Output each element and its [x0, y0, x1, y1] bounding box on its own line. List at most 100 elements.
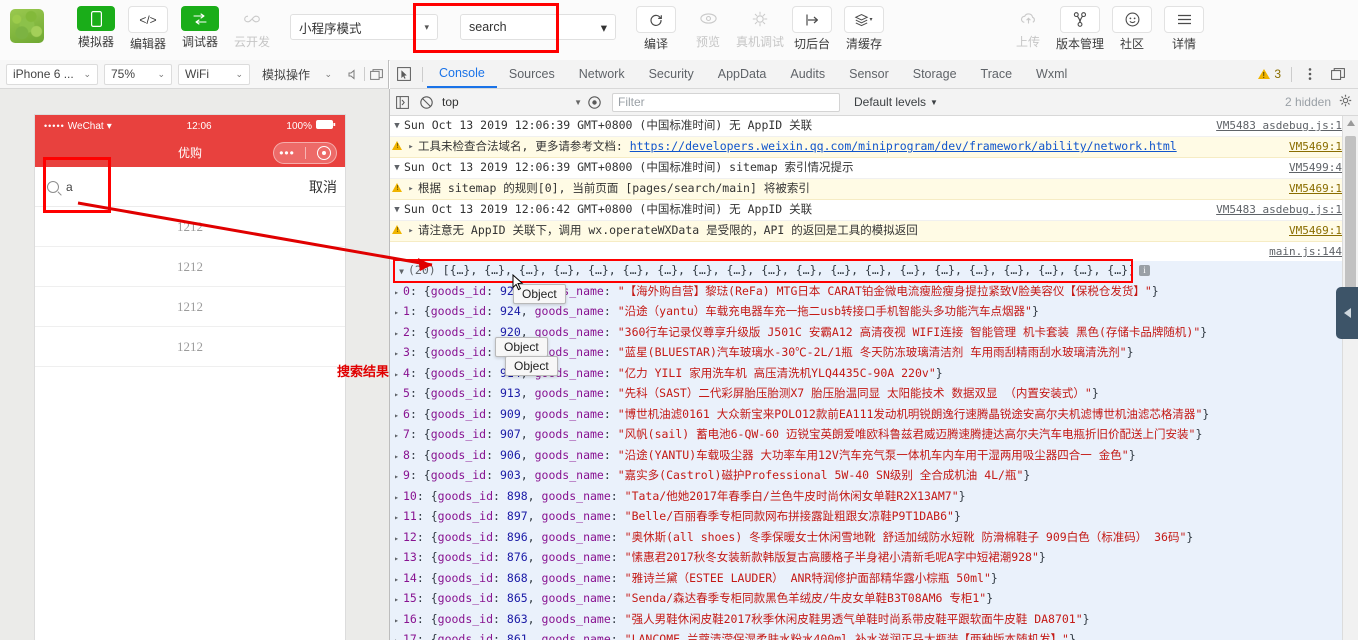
live-expression-icon[interactable]: [582, 89, 606, 115]
console-source-link[interactable]: VM5483 asdebug.js:1: [1216, 117, 1358, 134]
toolbar-button-background[interactable]: 切后台: [786, 6, 838, 51]
console-row-warning[interactable]: ▸ 请注意无 AppID 关联下，调用 wx.operateWXData 是受限…: [390, 221, 1358, 242]
expand-arrow-icon[interactable]: ▸: [390, 589, 403, 610]
phone-list-item[interactable]: 1212: [35, 327, 345, 367]
toolbar-button-upload[interactable]: 上传: [1002, 6, 1054, 49]
window-icon[interactable]: [365, 64, 387, 85]
phone-list-item[interactable]: 1212: [35, 207, 345, 247]
array-item-row[interactable]: ▸ 8: {goods_id: 906, goods_name: "沿途(YANT…: [390, 446, 1358, 467]
phone-list-item[interactable]: 1212: [35, 247, 345, 287]
toolbar-button-simulator[interactable]: 模拟器: [70, 6, 122, 49]
array-item-row[interactable]: ▸ 14: {goods_id: 868, goods_name: "雅诗兰黛（E…: [390, 569, 1358, 590]
console-row-group[interactable]: ▼ Sun Oct 13 2019 12:06:42 GMT+0800 (中国标…: [390, 200, 1358, 221]
array-item-row[interactable]: ▸17: {goods_id: 861, goods_name: "LANCOM…: [390, 630, 1358, 640]
device-select[interactable]: iPhone 6 ... ⌄: [6, 63, 98, 85]
toolbar-button-compile[interactable]: 编译: [630, 6, 682, 51]
mode-select[interactable]: 小程序模式 ▾: [290, 14, 438, 40]
tab-network[interactable]: Network: [567, 60, 637, 88]
panel-collapse-tab[interactable]: [1336, 287, 1358, 339]
expand-arrow-icon[interactable]: ▸: [390, 487, 403, 508]
tab-trace[interactable]: Trace: [969, 60, 1025, 88]
speaker-icon[interactable]: [342, 64, 364, 85]
toolbar-button-editor[interactable]: </> 编辑器: [122, 6, 174, 51]
array-header-row[interactable]: ▼ (20) [{…}, {…}, {…}, {…}, {…}, {…}, {……: [390, 259, 1358, 283]
execution-context-select[interactable]: top ▼: [442, 95, 582, 109]
scroll-up-arrow-icon[interactable]: [1347, 120, 1355, 126]
array-item-row[interactable]: ▸ 6: {goods_id: 909, goods_name: "博世机油滤01…: [390, 405, 1358, 426]
doc-link[interactable]: https://developers.weixin.qq.com/minipro…: [630, 139, 1177, 153]
warning-badge[interactable]: 3: [1258, 67, 1281, 81]
expand-arrow-icon[interactable]: ▸: [404, 138, 418, 156]
tab-wxml[interactable]: Wxml: [1024, 60, 1079, 88]
expand-arrow-icon[interactable]: ▸: [404, 222, 418, 240]
expand-arrow-icon[interactable]: ▼: [390, 117, 404, 135]
toolbar-button-cloud[interactable]: 云开发: [226, 6, 278, 49]
tab-audits[interactable]: Audits: [778, 60, 837, 88]
expand-arrow-icon[interactable]: ▸: [390, 569, 403, 590]
console-row-group[interactable]: ▼ Sun Oct 13 2019 12:06:39 GMT+0800 (中国标…: [390, 116, 1358, 137]
expand-arrow-icon[interactable]: ▸: [390, 364, 403, 385]
array-item-row[interactable]: ▸ 10: {goods_id: 898, goods_name: "Tata/他…: [390, 487, 1358, 508]
expand-arrow-icon[interactable]: ▸: [404, 180, 418, 198]
simulate-action-select[interactable]: 模拟操作 ⌄: [256, 64, 338, 85]
array-item-row[interactable]: ▸ 9: {goods_id: 903, goods_name: "嘉实多(Cas…: [390, 466, 1358, 487]
console-sidebar-icon[interactable]: [390, 89, 414, 115]
tab-security[interactable]: Security: [637, 60, 706, 88]
expand-arrow-icon[interactable]: ▸: [390, 282, 403, 303]
wechat-capsule[interactable]: •••: [273, 142, 337, 164]
filter-input[interactable]: Filter: [612, 92, 840, 112]
toolbar-button-clearcache[interactable]: ▾ 清缓存: [838, 6, 890, 51]
expand-arrow-icon[interactable]: ▸: [390, 610, 403, 631]
log-levels-select[interactable]: Default levels ▼: [854, 95, 938, 109]
dock-icon[interactable]: [1324, 60, 1352, 89]
expand-arrow-icon[interactable]: ▸: [390, 323, 403, 344]
array-item-row[interactable]: ▸ 7: {goods_id: 907, goods_name: "风帆(sail…: [390, 425, 1358, 446]
console-row-group[interactable]: ▼ Sun Oct 13 2019 12:06:39 GMT+0800 (中国标…: [390, 158, 1358, 179]
toolbar-button-debugger[interactable]: 调试器: [174, 6, 226, 49]
phone-list-item[interactable]: 1212: [35, 287, 345, 327]
tab-sensor[interactable]: Sensor: [837, 60, 901, 88]
expand-arrow-icon[interactable]: ▸: [390, 507, 403, 528]
array-item-row[interactable]: ▸ 5: {goods_id: 913, goods_name: "先科（SAST…: [390, 384, 1358, 405]
expand-arrow-icon[interactable]: ▸: [390, 630, 403, 640]
info-icon[interactable]: i: [1139, 265, 1150, 276]
console-row-warning[interactable]: ▸ 根据 sitemap 的规则[0], 当前页面 [pages/search/…: [390, 179, 1358, 200]
console-output[interactable]: ▼ Sun Oct 13 2019 12:06:39 GMT+0800 (中国标…: [390, 116, 1358, 640]
expand-arrow-icon[interactable]: ▸: [390, 528, 403, 549]
console-row-warning[interactable]: ▸ 工具未检查合法域名, 更多请参考文档: https://developers…: [390, 137, 1358, 158]
expand-arrow-icon[interactable]: ▸: [390, 343, 403, 364]
expand-arrow-icon[interactable]: ▸: [390, 405, 403, 426]
expand-arrow-icon[interactable]: ▸: [390, 548, 403, 569]
gear-icon[interactable]: [1339, 94, 1352, 110]
expand-arrow-icon[interactable]: ▼: [390, 201, 404, 219]
expand-arrow-icon[interactable]: ▼: [390, 159, 404, 177]
clear-console-icon[interactable]: [414, 89, 438, 115]
expand-arrow-icon[interactable]: ▸: [390, 466, 403, 487]
console-scrollbar[interactable]: [1342, 116, 1358, 640]
toolbar-button-realdevice[interactable]: 真机调试: [734, 6, 786, 49]
phone-search-input[interactable]: a: [43, 174, 301, 200]
array-item-row[interactable]: ▸ 12: {goods_id: 896, goods_name: "奥休斯(al…: [390, 528, 1358, 549]
tab-appdata[interactable]: AppData: [706, 60, 779, 88]
inspect-icon[interactable]: [390, 60, 418, 89]
array-item-row[interactable]: ▸ 16: {goods_id: 863, goods_name: "强人男鞋休闲…: [390, 610, 1358, 631]
console-array-output[interactable]: ▼ (20) [{…}, {…}, {…}, {…}, {…}, {…}, {……: [390, 259, 1358, 640]
toolbar-button-version[interactable]: 版本管理: [1054, 6, 1106, 51]
toolbar-button-community[interactable]: 社区: [1106, 6, 1158, 51]
network-select[interactable]: WiFi ⌄: [178, 63, 250, 85]
zoom-select[interactable]: 75% ⌄: [104, 63, 172, 85]
target-circle-icon[interactable]: [316, 146, 331, 160]
expand-arrow-icon[interactable]: ▸: [390, 384, 403, 405]
expand-arrow-icon[interactable]: ▸: [390, 302, 403, 323]
toolbar-button-details[interactable]: 详情: [1158, 6, 1210, 51]
array-item-row[interactable]: ▸ 13: {goods_id: 876, goods_name: "愫惠君201…: [390, 548, 1358, 569]
page-select[interactable]: search ▾: [460, 14, 616, 40]
tab-storage[interactable]: Storage: [901, 60, 969, 88]
collapse-arrow-icon[interactable]: ▼: [395, 261, 408, 282]
array-item-row[interactable]: ▸ 15: {goods_id: 865, goods_name: "Senda/…: [390, 589, 1358, 610]
tab-console[interactable]: Console: [427, 60, 497, 88]
array-item-row[interactable]: ▸ 1: {goods_id: 924, goods_name: "沿途（yant…: [390, 302, 1358, 323]
toolbar-button-preview[interactable]: 预览: [682, 6, 734, 49]
expand-arrow-icon[interactable]: ▸: [390, 425, 403, 446]
more-dots-icon[interactable]: •••: [279, 147, 295, 159]
